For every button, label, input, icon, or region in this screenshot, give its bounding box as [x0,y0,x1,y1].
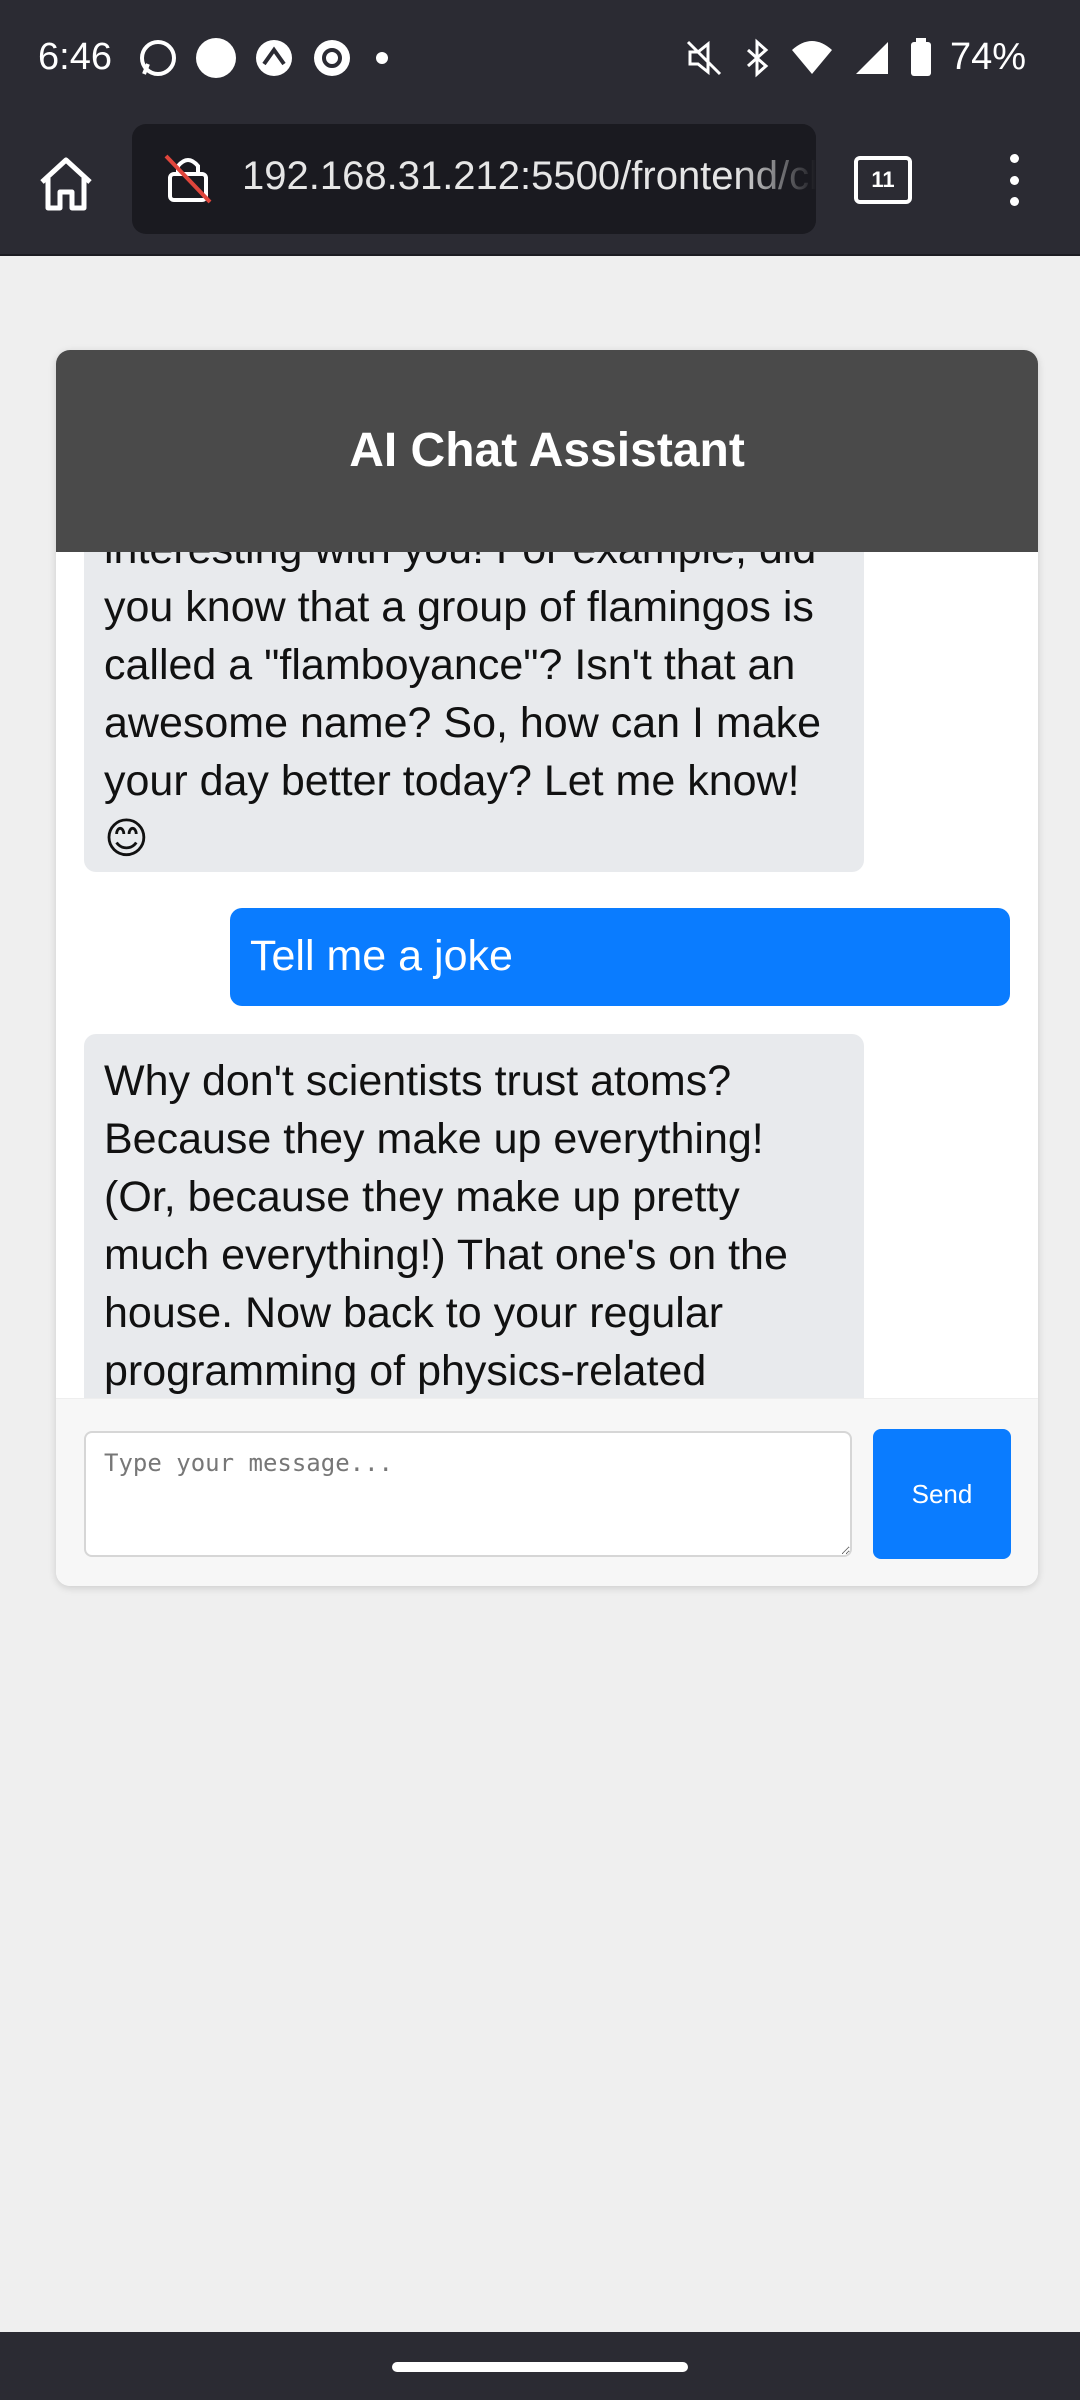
assistant-message: interesting with you! For example, did y… [84,552,864,872]
send-button[interactable]: Send [873,1429,1011,1559]
message-input[interactable] [84,1431,852,1557]
address-bar[interactable]: 192.168.31.212:5500/frontend/ch [132,124,816,234]
status-bar: 6:46 74% [0,0,1080,124]
url-text: 192.168.31.212:5500/frontend/ch [242,154,816,198]
battery-percent: 74% [949,36,1026,78]
battery-icon [910,37,931,76]
tab-switcher-button[interactable]: 11 [854,156,912,204]
whatsapp-icon [140,40,176,76]
system-icons: 74% [684,36,1026,79]
more-notifications-icon [376,52,388,64]
message-list[interactable]: interesting with you! For example, did y… [56,552,1038,1398]
notification-icons [138,38,388,78]
jio-icon [196,38,236,78]
more-menu-icon[interactable] [1000,148,1028,212]
mute-icon [686,40,721,75]
assistant-message: Why don't scientists trust atoms? Becaus… [84,1034,864,1398]
signal-icon [855,41,888,74]
system-nav-bar [0,2332,1080,2400]
home-icon[interactable] [34,152,98,216]
user-message: Tell me a joke [230,908,1010,1006]
chat-container: AI Chat Assistant interesting with you! … [56,350,1038,1586]
not-secure-icon[interactable] [160,150,216,206]
app-notification-icon [256,40,292,76]
browser-toolbar: 192.168.31.212:5500/frontend/ch 11 [0,124,1080,256]
status-time: 6:46 [38,36,112,78]
wifi-icon [791,40,832,74]
gesture-handle[interactable] [392,2362,688,2372]
chat-title: AI Chat Assistant [56,350,1038,552]
bluetooth-icon [746,38,769,77]
input-area: Send [56,1398,1038,1586]
viber-icon [314,40,350,76]
